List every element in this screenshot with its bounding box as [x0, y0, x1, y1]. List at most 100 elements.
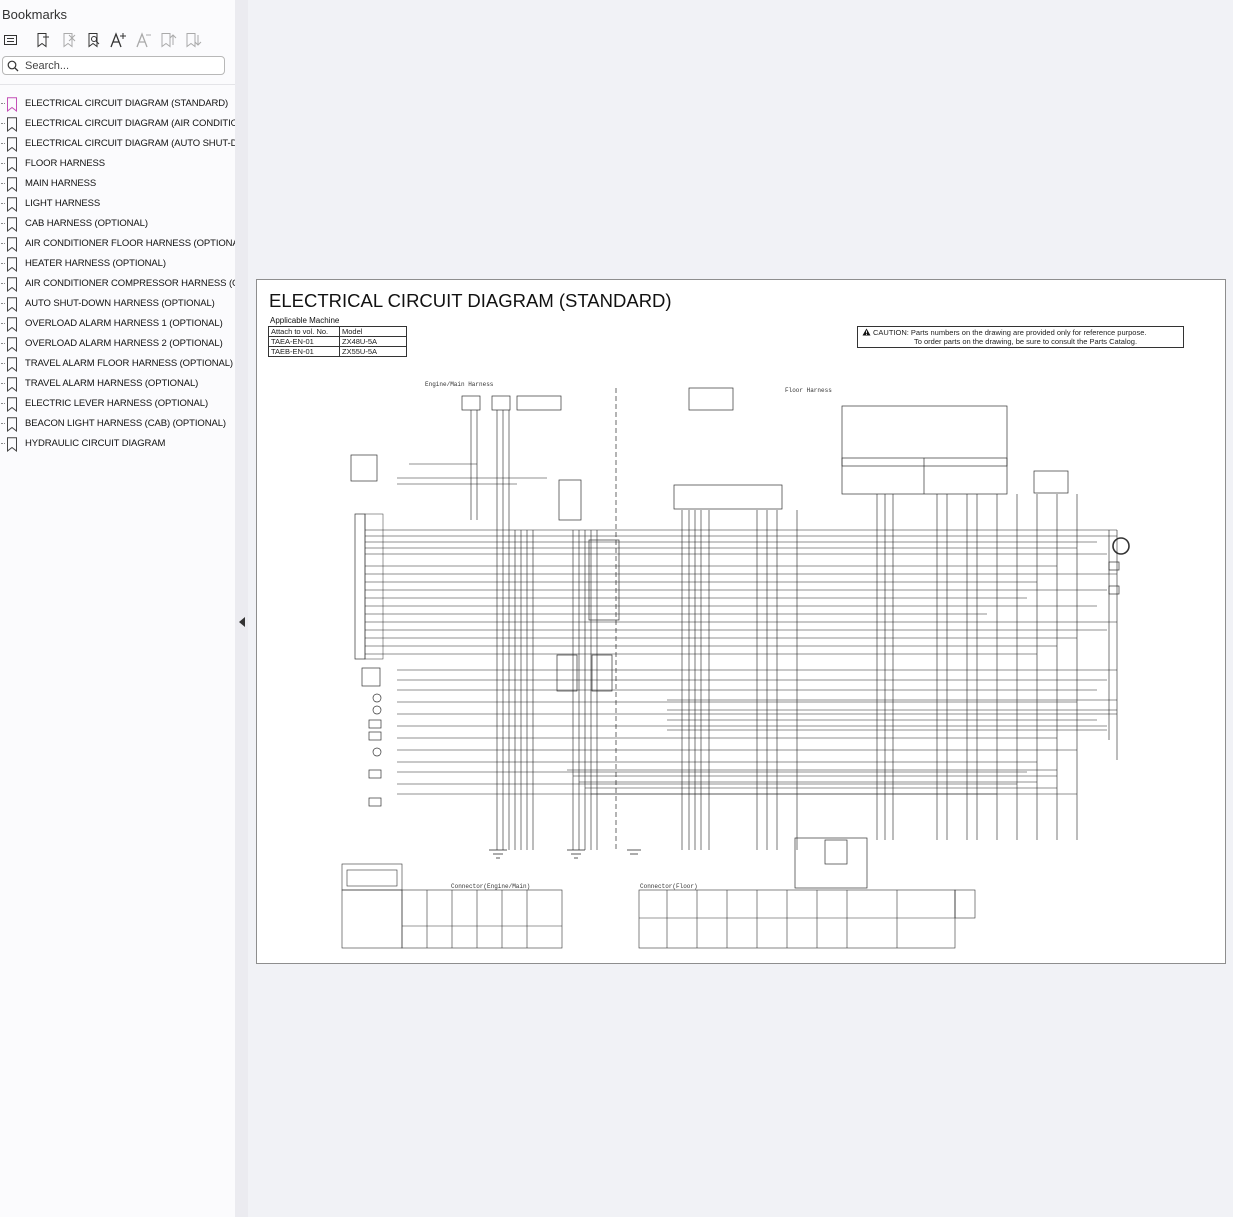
- bookmark-item[interactable]: TRAVEL ALARM HARNESS (OPTIONAL): [0, 374, 235, 394]
- bookmark-icon: [7, 117, 17, 132]
- bookmark-item[interactable]: TRAVEL ALARM FLOOR HARNESS (OPTIONAL): [0, 354, 235, 374]
- bookmark-icon: [7, 97, 17, 112]
- bookmark-search[interactable]: [2, 56, 225, 75]
- model-table: Attach to vol. No. Model TAEA-EN-01 ZX48…: [268, 326, 407, 357]
- bookmark-icon: [7, 417, 17, 432]
- tree-connector: [1, 383, 5, 384]
- bookmarks-panel: Bookmarks ELECTRICAL CIRCUIT DIAG: [0, 0, 235, 1217]
- collapse-panel-icon[interactable]: [238, 616, 246, 628]
- bookmark-icon: [7, 197, 17, 212]
- bookmark-item[interactable]: MAIN HARNESS: [0, 174, 235, 194]
- connector-engine-label: Connector(Engine/Main): [451, 883, 530, 890]
- caution-line-2: To order parts on the drawing, be sure t…: [914, 337, 1138, 346]
- applicable-machine-label: Applicable Machine: [270, 316, 340, 325]
- tree-connector: [1, 263, 5, 264]
- tree-connector: [1, 103, 5, 104]
- ground-terminals: [489, 849, 641, 859]
- bookmark-icon: [7, 237, 17, 252]
- bookmark-label: TRAVEL ALARM HARNESS (OPTIONAL): [25, 378, 199, 389]
- floor-harness-label: Floor Harness: [785, 387, 832, 394]
- tree-connector: [1, 343, 5, 344]
- bookmark-item[interactable]: FLOOR HARNESS: [0, 154, 235, 174]
- bookmark-item[interactable]: HYDRAULIC CIRCUIT DIAGRAM: [0, 434, 235, 454]
- bookmark-item[interactable]: ELECTRICAL CIRCUIT DIAGRAM (AUTO SHUT-DO…: [0, 134, 235, 154]
- bookmark-item[interactable]: AIR CONDITIONER COMPRESSOR HARNESS (OPTI…: [0, 274, 235, 294]
- bookmark-icon: [7, 277, 17, 292]
- bookmark-item[interactable]: AIR CONDITIONER FLOOR HARNESS (OPTIONAL): [0, 234, 235, 254]
- bookmark-icon: [7, 397, 17, 412]
- bookmark-icon: [7, 317, 17, 332]
- caution-line-1: CAUTION: Parts numbers on the drawing ar…: [873, 328, 1147, 337]
- bookmark-icon: [7, 357, 17, 372]
- increase-text-size-icon[interactable]: [107, 29, 129, 51]
- bookmark-properties-icon[interactable]: [83, 29, 105, 51]
- wiring-bus: [365, 463, 1117, 795]
- tree-connector: [1, 223, 5, 224]
- bookmark-label: HEATER HARNESS (OPTIONAL): [25, 258, 166, 269]
- bookmark-label: LIGHT HARNESS: [25, 198, 101, 209]
- table-cell: TAEA-EN-01: [268, 336, 340, 347]
- bookmark-item[interactable]: LIGHT HARNESS: [0, 194, 235, 214]
- search-icon: [7, 60, 19, 72]
- add-bookmark-icon[interactable]: [32, 29, 54, 51]
- panel-title: Bookmarks: [2, 7, 68, 22]
- bookmark-item[interactable]: OVERLOAD ALARM HARNESS 2 (OPTIONAL): [0, 334, 235, 354]
- table-row: TAEA-EN-01 ZX48U-5A: [268, 336, 407, 347]
- bookmark-icon: [7, 437, 17, 452]
- bookmark-icon: [7, 297, 17, 312]
- bookmark-label: AUTO SHUT-DOWN HARNESS (OPTIONAL): [25, 298, 215, 309]
- decrease-text-size-icon[interactable]: [132, 29, 154, 51]
- bookmark-item[interactable]: OVERLOAD ALARM HARNESS 1 (OPTIONAL): [0, 314, 235, 334]
- table-header-row: Attach to vol. No. Model: [268, 326, 407, 337]
- bookmark-icon: [7, 337, 17, 352]
- table-cell: TAEB-EN-01: [268, 346, 340, 357]
- caution-box: CAUTION: Parts numbers on the drawing ar…: [857, 326, 1184, 348]
- connector-tables: [341, 863, 976, 949]
- tree-connector: [1, 163, 5, 164]
- tree-connector: [1, 403, 5, 404]
- bookmark-label: TRAVEL ALARM FLOOR HARNESS (OPTIONAL): [25, 358, 233, 369]
- bookmark-item[interactable]: BEACON LIGHT HARNESS (CAB) (OPTIONAL): [0, 414, 235, 434]
- bookmark-label: ELECTRICAL CIRCUIT DIAGRAM (AUTO SHUT-DO…: [25, 138, 235, 149]
- bookmark-label: AIR CONDITIONER FLOOR HARNESS (OPTIONAL): [25, 238, 235, 249]
- delete-bookmark-icon[interactable]: [58, 29, 80, 51]
- bookmark-label: HYDRAULIC CIRCUIT DIAGRAM: [25, 438, 166, 449]
- bookmarks-toolbar: [0, 29, 235, 51]
- tree-connector: [1, 323, 5, 324]
- bookmark-label: BEACON LIGHT HARNESS (CAB) (OPTIONAL): [25, 418, 226, 429]
- page-title: ELECTRICAL CIRCUIT DIAGRAM (STANDARD): [269, 290, 672, 311]
- bookmark-label: AIR CONDITIONER COMPRESSOR HARNESS (OPTI…: [25, 278, 235, 289]
- tree-connector: [1, 443, 5, 444]
- move-bookmark-down-icon[interactable]: [182, 29, 204, 51]
- bookmark-icon: [7, 177, 17, 192]
- circuit-schematic: Engine/Main Harness Floor Harness Connec…: [341, 381, 1130, 949]
- bookmark-item[interactable]: AUTO SHUT-DOWN HARNESS (OPTIONAL): [0, 294, 235, 314]
- move-bookmark-up-icon[interactable]: [157, 29, 179, 51]
- tree-connector: [1, 243, 5, 244]
- document-viewer[interactable]: ELECTRICAL CIRCUIT DIAGRAM (STANDARD) Ap…: [248, 0, 1233, 1217]
- tree-connector: [1, 143, 5, 144]
- bookmark-item[interactable]: ELECTRICAL CIRCUIT DIAGRAM (STANDARD): [0, 94, 235, 114]
- bookmark-icon: [7, 137, 17, 152]
- bookmark-icon: [7, 257, 17, 272]
- bookmark-item[interactable]: HEATER HARNESS (OPTIONAL): [0, 254, 235, 274]
- bookmark-item[interactable]: ELECTRICAL CIRCUIT DIAGRAM (AIR CONDITIO…: [0, 114, 235, 134]
- bookmark-item[interactable]: CAB HARNESS (OPTIONAL): [0, 214, 235, 234]
- table-cell: ZX55U-5A: [339, 346, 407, 357]
- table-cell: ZX48U-5A: [339, 336, 407, 347]
- tree-connector: [1, 303, 5, 304]
- engine-main-harness-label: Engine/Main Harness: [425, 381, 494, 388]
- tree-connector: [1, 283, 5, 284]
- search-input[interactable]: [25, 58, 221, 73]
- bookmark-item[interactable]: ELECTRIC LEVER HARNESS (OPTIONAL): [0, 394, 235, 414]
- divider: [0, 84, 235, 85]
- bookmark-icon: [7, 217, 17, 232]
- bookmark-label: OVERLOAD ALARM HARNESS 2 (OPTIONAL): [25, 338, 223, 349]
- table-row: TAEB-EN-01 ZX55U-5A: [268, 346, 407, 357]
- bookmark-label: MAIN HARNESS: [25, 178, 97, 189]
- tree-connector: [1, 203, 5, 204]
- panel-splitter[interactable]: [235, 0, 248, 1217]
- expand-all-bookmarks-icon[interactable]: [0, 29, 22, 51]
- bookmark-list: ELECTRICAL CIRCUIT DIAGRAM (STANDARD) ELE…: [0, 94, 235, 454]
- table-header-cell: Attach to vol. No.: [268, 326, 340, 337]
